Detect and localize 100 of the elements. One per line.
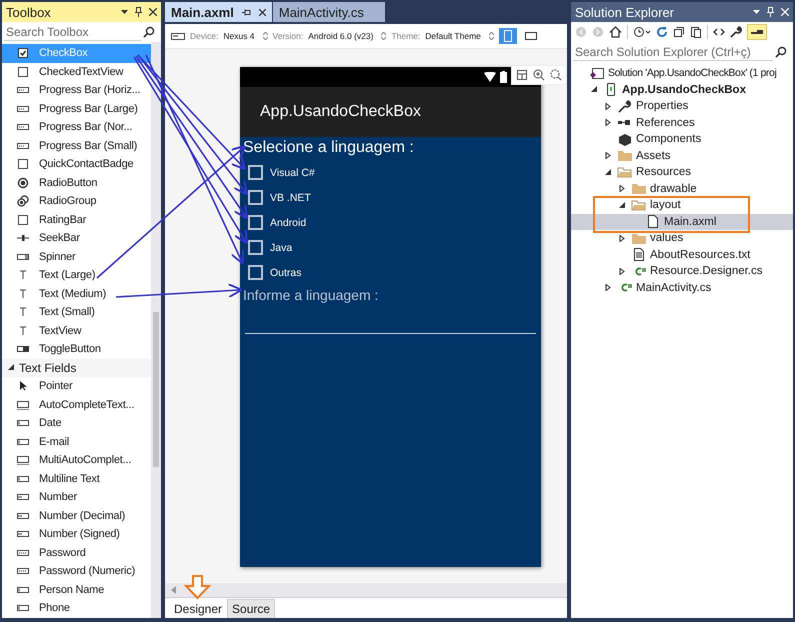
toolbox-item[interactable]: Progress Bar (Small)	[2, 136, 151, 155]
home-icon[interactable]	[609, 26, 622, 38]
expand-icon[interactable]	[619, 234, 626, 242]
document-tab[interactable]: Main.axml	[165, 2, 272, 22]
search-field[interactable]: Search Toolbox	[4, 24, 141, 40]
checkbox[interactable]	[248, 215, 263, 230]
tree-item[interactable]: values	[571, 230, 793, 246]
toolbox-item[interactable]: Text (Small)	[2, 303, 151, 322]
collapse-icon[interactable]	[591, 86, 598, 94]
toolbox-item[interactable]: Text (Medium)	[2, 284, 151, 303]
document-tab[interactable]: MainActivity.cs	[272, 2, 385, 22]
tree-item[interactable]: Main.axml	[571, 214, 793, 230]
toolbox-item[interactable]: RadioGroup	[2, 192, 151, 210]
field2-icon	[16, 398, 30, 411]
toolbox-item[interactable]: SeekBar	[2, 229, 151, 248]
scrollbar[interactable]	[165, 583, 567, 597]
pin-icon[interactable]	[135, 7, 142, 17]
expand-icon[interactable]	[605, 284, 612, 292]
setting-label: Version:	[272, 31, 304, 41]
refresh-icon[interactable]	[656, 26, 668, 38]
close-icon[interactable]	[149, 8, 157, 16]
zoom-fit-icon[interactable]	[550, 69, 562, 81]
checkbox-label: Android	[270, 216, 306, 228]
radio-icon	[16, 176, 30, 189]
updown-icon[interactable]	[488, 32, 494, 40]
dropdown-icon[interactable]	[753, 10, 760, 14]
field2-icon	[16, 454, 30, 466]
code-icon[interactable]	[713, 26, 725, 38]
checkbox[interactable]	[248, 240, 263, 255]
close-icon[interactable]	[258, 8, 266, 16]
toolbox-item[interactable]: Progress Bar (Nor...	[2, 118, 151, 136]
collapse-icon[interactable]	[605, 168, 612, 176]
toolbox-item[interactable]: Phone	[2, 599, 151, 618]
toolbox-item[interactable]: TextView	[2, 322, 151, 340]
checkbox[interactable]	[248, 190, 263, 205]
expand-icon[interactable]	[619, 268, 626, 275]
toolbox-item[interactable]: QuickContactBadge	[2, 155, 151, 174]
toolbox-item[interactable]: Spinner	[2, 248, 151, 266]
setting-dropdown[interactable]: Nexus 4	[223, 31, 255, 41]
search-icon	[143, 26, 155, 38]
collapse-icon[interactable]	[8, 364, 15, 372]
view-tab[interactable]: Source	[227, 599, 276, 618]
toolbox-item[interactable]: RatingBar	[2, 210, 151, 229]
tree-item[interactable]: Properties	[571, 98, 793, 114]
toolbox-item[interactable]: MultiAutoComplet...	[2, 451, 151, 470]
collapse-icon[interactable]	[619, 202, 626, 209]
wrench-icon[interactable]	[730, 26, 742, 38]
expand-icon[interactable]	[605, 119, 612, 126]
updown-icon[interactable]	[262, 32, 268, 40]
toolbox-item[interactable]: ToggleButton	[2, 340, 151, 358]
expand-icon[interactable]	[605, 152, 612, 160]
history-icon[interactable]	[633, 26, 651, 38]
tree-item[interactable]: AboutResources.txt	[571, 246, 793, 263]
checkbox-label: Outras	[270, 266, 302, 278]
dropdown-icon[interactable]	[121, 10, 128, 14]
zoom-in-icon[interactable]	[533, 69, 545, 81]
portrait-button[interactable]	[498, 28, 517, 44]
tree-item[interactable]: Resource.Designer.cs	[571, 263, 793, 280]
toolbox-item[interactable]: E-mail	[2, 432, 151, 451]
tree-item[interactable]: Components	[571, 131, 793, 148]
tree-item[interactable]: layout	[571, 197, 793, 214]
search-field[interactable]: Search Solution Explorer (Ctrl+ç)	[573, 44, 773, 60]
checkbox[interactable]	[248, 165, 263, 180]
pin-icon[interactable]	[242, 8, 251, 16]
toolbox-item[interactable]: CheckedTextView	[2, 62, 151, 81]
toolbox-item[interactable]: Date	[2, 414, 151, 432]
checkbox[interactable]	[248, 265, 263, 280]
layout-icon[interactable]	[516, 69, 528, 81]
collapse-all-icon[interactable]	[673, 26, 685, 38]
toolbox-item[interactable]: Progress Bar (Large)	[2, 100, 151, 118]
expand-icon[interactable]	[619, 185, 626, 192]
tree-item[interactable]: References	[571, 114, 793, 131]
toolbox-item[interactable]: Person Name	[2, 580, 151, 599]
setting-dropdown[interactable]: Android 6.0 (v23)	[308, 31, 374, 41]
tree-item[interactable]: Assets	[571, 148, 793, 164]
expand-icon[interactable]	[605, 102, 612, 110]
toolbox-group[interactable]: Text Fields	[2, 358, 151, 377]
toolbox-item[interactable]: Multiline Text	[2, 470, 151, 488]
tree-item[interactable]: MainActivity.cs	[571, 280, 793, 296]
toolbox-item[interactable]: Text (Large)	[2, 266, 151, 284]
toolbox-item[interactable]: Pointer	[2, 377, 151, 396]
tree-item[interactable]: Solution 'App.UsandoCheckBox' (1 proj	[571, 65, 793, 82]
text-input-line[interactable]	[245, 333, 536, 334]
setting-dropdown[interactable]: Default Theme	[425, 31, 481, 41]
toolbox-item[interactable]: Password	[2, 544, 151, 562]
folder-icon	[617, 149, 633, 162]
scrollbar[interactable]	[151, 42, 161, 618]
toolbox-item[interactable]: RadioButton	[2, 174, 151, 192]
sync-button[interactable]	[747, 24, 767, 40]
tree-item[interactable]: drawable	[571, 180, 793, 197]
toolbox-item[interactable]: Number (Decimal)	[2, 506, 151, 525]
toolbox-item[interactable]: Number (Signed)	[2, 525, 151, 544]
tree-item[interactable]: App.UsandoCheckBox	[571, 82, 793, 98]
toolbox-item[interactable]: Progress Bar (Horiz...	[2, 81, 151, 100]
toolbox-item[interactable]: Password (Numeric)	[2, 562, 151, 580]
updown-icon[interactable]	[381, 32, 386, 40]
tree-item[interactable]: Resources	[571, 164, 793, 180]
toolbox-item[interactable]: AutoCompleteText...	[2, 396, 151, 414]
copy-icon[interactable]	[690, 26, 702, 38]
toolbox-item[interactable]: Number	[2, 488, 151, 506]
